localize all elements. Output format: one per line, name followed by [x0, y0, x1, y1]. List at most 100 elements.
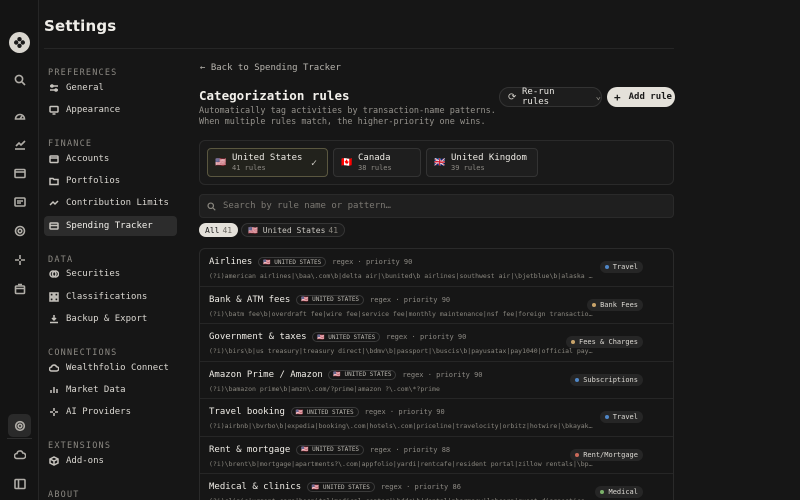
filter-chip-united-states[interactable]: 🇺🇸 United States 41 [241, 223, 346, 237]
nav-item-label: Accounts [66, 154, 110, 164]
back-to-spending-tracker-link[interactable]: ← Back to Spending Tracker [200, 63, 341, 73]
nav-item-ai-providers[interactable]: AI Providers [44, 402, 177, 422]
rule-meta: 🇺🇸 UNITED STATES regex · priority 86 [306, 482, 461, 492]
rule-row[interactable]: Bank & ATM fees 🇺🇸 UNITED STATES regex · p… [200, 287, 673, 324]
rule-category-badge: Medical [595, 486, 643, 498]
category-label: Travel [612, 263, 638, 271]
refresh-icon: ⟳ [508, 92, 517, 103]
rule-type-priority: regex · priority 90 [370, 295, 451, 304]
nav-item-accounts[interactable]: Accounts [44, 149, 177, 169]
category-label: Fees & Charges [578, 338, 638, 346]
settings-gear-icon[interactable] [8, 414, 31, 437]
region-card-canada[interactable]: 🇨🇦 Canada 38 rules [333, 148, 421, 177]
sidebar-toggle-icon[interactable] [8, 472, 31, 495]
page-title: Settings [44, 17, 117, 35]
region-card-united-states[interactable]: 🇺🇸 United States 41 rules ✓ [207, 148, 328, 177]
rule-region-tag: 🇺🇸 UNITED STATES [312, 332, 381, 342]
nav-item-securities[interactable]: Securities [44, 264, 177, 284]
rule-name: Amazon Prime / Amazon [209, 369, 323, 380]
grid-icon [49, 292, 59, 302]
nav-item-label: AI Providers [66, 407, 132, 417]
region-card-united-kingdom[interactable]: 🇬🇧 United Kingdom 39 rules [426, 148, 538, 177]
nav-item-general[interactable]: General [44, 78, 177, 98]
rule-region-tag: 🇺🇸 UNITED STATES [296, 294, 365, 305]
cloud-sync-icon[interactable] [8, 443, 31, 466]
rule-region-tag: 🇺🇸 UNITED STATES [306, 482, 375, 492]
category-label: Subscriptions [583, 375, 638, 384]
nav-item-spending-tracker[interactable]: Spending Tracker [44, 216, 177, 236]
nav-item-wealthfolio-connect[interactable]: Wealthfolio Connect [44, 358, 177, 378]
rule-row[interactable]: Government & taxes 🇺🇸 UNITED STATES regex … [200, 324, 673, 362]
rail-divider [7, 438, 32, 439]
rule-meta: 🇺🇸 UNITED STATES regex · priority 90 [258, 257, 412, 267]
chart-icon[interactable] [8, 132, 31, 155]
nav-item-add-ons[interactable]: Add-ons [44, 451, 177, 471]
add-rule-button[interactable]: + Add rule [607, 87, 675, 107]
plus-icon: + [614, 90, 621, 104]
box-icon[interactable] [8, 277, 31, 300]
folder-icon [49, 177, 59, 186]
rule-category-badge: Travel [599, 261, 643, 273]
flag-icon: 🇺🇸 [215, 158, 227, 168]
rerun-rules-button[interactable]: ⟳ Re-run rules ⌄ [499, 87, 602, 107]
rule-search-input[interactable] [223, 201, 643, 211]
rule-row[interactable]: Medical & clinics 🇺🇸 UNITED STATES regex ·… [200, 474, 673, 500]
rule-region-tag: 🇺🇸 UNITED STATES [296, 444, 365, 455]
target-icon[interactable] [8, 219, 31, 242]
rule-row[interactable]: Travel booking 🇺🇸 UNITED STATES regex · pr… [200, 399, 673, 437]
nav-item-classifications[interactable]: Classifications [44, 287, 177, 307]
nav-section-finance: FINANCE [48, 139, 93, 149]
rule-search-box[interactable] [199, 194, 674, 218]
region-name: Canada [358, 153, 391, 163]
rule-meta: 🇺🇸 UNITED STATES regex · priority 90 [296, 294, 451, 305]
rule-name: Medical & clinics [209, 482, 302, 492]
receipt-icon[interactable] [8, 190, 31, 213]
search-icon[interactable] [8, 68, 31, 91]
app-logo-icon[interactable] [9, 32, 30, 53]
nav-item-label: Add-ons [66, 456, 104, 466]
rule-row[interactable]: Rent & mortgage 🇺🇸 UNITED STATES regex · p… [200, 437, 673, 474]
rule-row[interactable]: Amazon Prime / Amazon 🇺🇸 UNITED STATES reg… [200, 362, 673, 399]
rule-category-badge: Subscriptions [570, 373, 643, 386]
rule-row[interactable]: Airlines 🇺🇸 UNITED STATES regex · priority… [200, 249, 673, 287]
region-selector: 🇺🇸 United States 41 rules ✓ 🇨🇦 Canada 38 rules… [199, 140, 674, 185]
category-label: Medical [608, 488, 638, 496]
category-dot-icon [592, 302, 597, 307]
rule-pattern: (?i)\birs\b|us treasury|treasury direct|… [209, 347, 594, 355]
rule-pattern: (?i)\bamazon prime\b|amzn\.com/?prime|am… [209, 384, 440, 393]
nav-item-label: Backup & Export [66, 314, 148, 324]
rule-pattern: (?i)airbnb|\bvrbo\b|expedia|booking\.com… [209, 422, 594, 430]
rule-region-tag: 🇺🇸 UNITED STATES [328, 369, 397, 380]
nav-item-appearance[interactable]: Appearance [44, 100, 177, 120]
wallet-icon[interactable] [8, 161, 31, 184]
region-rule-count: 38 rules [358, 164, 392, 172]
chevron-down-icon[interactable]: ⌄ [596, 92, 601, 102]
monitor-icon [49, 105, 59, 115]
rule-category-badge: Rent/Mortgage [570, 448, 643, 461]
rule-name: Bank & ATM fees [209, 294, 291, 305]
category-dot-icon [600, 490, 605, 494]
dashboard-gauge-icon[interactable] [8, 104, 31, 127]
category-dot-icon [604, 265, 609, 269]
nav-item-market-data[interactable]: Market Data [44, 380, 177, 400]
cloud-icon [49, 364, 59, 372]
category-label: Travel [612, 413, 638, 421]
rule-category-badge: Fees & Charges [565, 336, 643, 348]
bars-icon [50, 387, 58, 393]
nav-item-backup-export[interactable]: Backup & Export [44, 309, 177, 329]
rule-region-tag: 🇺🇸 UNITED STATES [290, 407, 359, 417]
nav-item-portfolios[interactable]: Portfolios [44, 171, 177, 191]
rule-category-badge: Bank Fees [587, 298, 643, 311]
category-dot-icon [575, 452, 580, 457]
rules-list: Airlines 🇺🇸 UNITED STATES regex · priority… [199, 248, 674, 500]
filter-chip-all[interactable]: All 41 [199, 223, 239, 237]
nav-item-label: Securities [66, 269, 121, 279]
nav-item-contribution-limits[interactable]: Contribution Limits [44, 193, 177, 213]
sparkle-icon[interactable] [8, 248, 31, 271]
category-dot-icon [604, 415, 609, 419]
flag-icon: 🇨🇦 [341, 158, 353, 168]
card-icon [49, 222, 59, 230]
nav-item-label: Spending Tracker [66, 221, 153, 231]
nav-section-about: ABOUT [48, 490, 80, 500]
nav-section-extensions: EXTENSIONS [48, 441, 112, 451]
